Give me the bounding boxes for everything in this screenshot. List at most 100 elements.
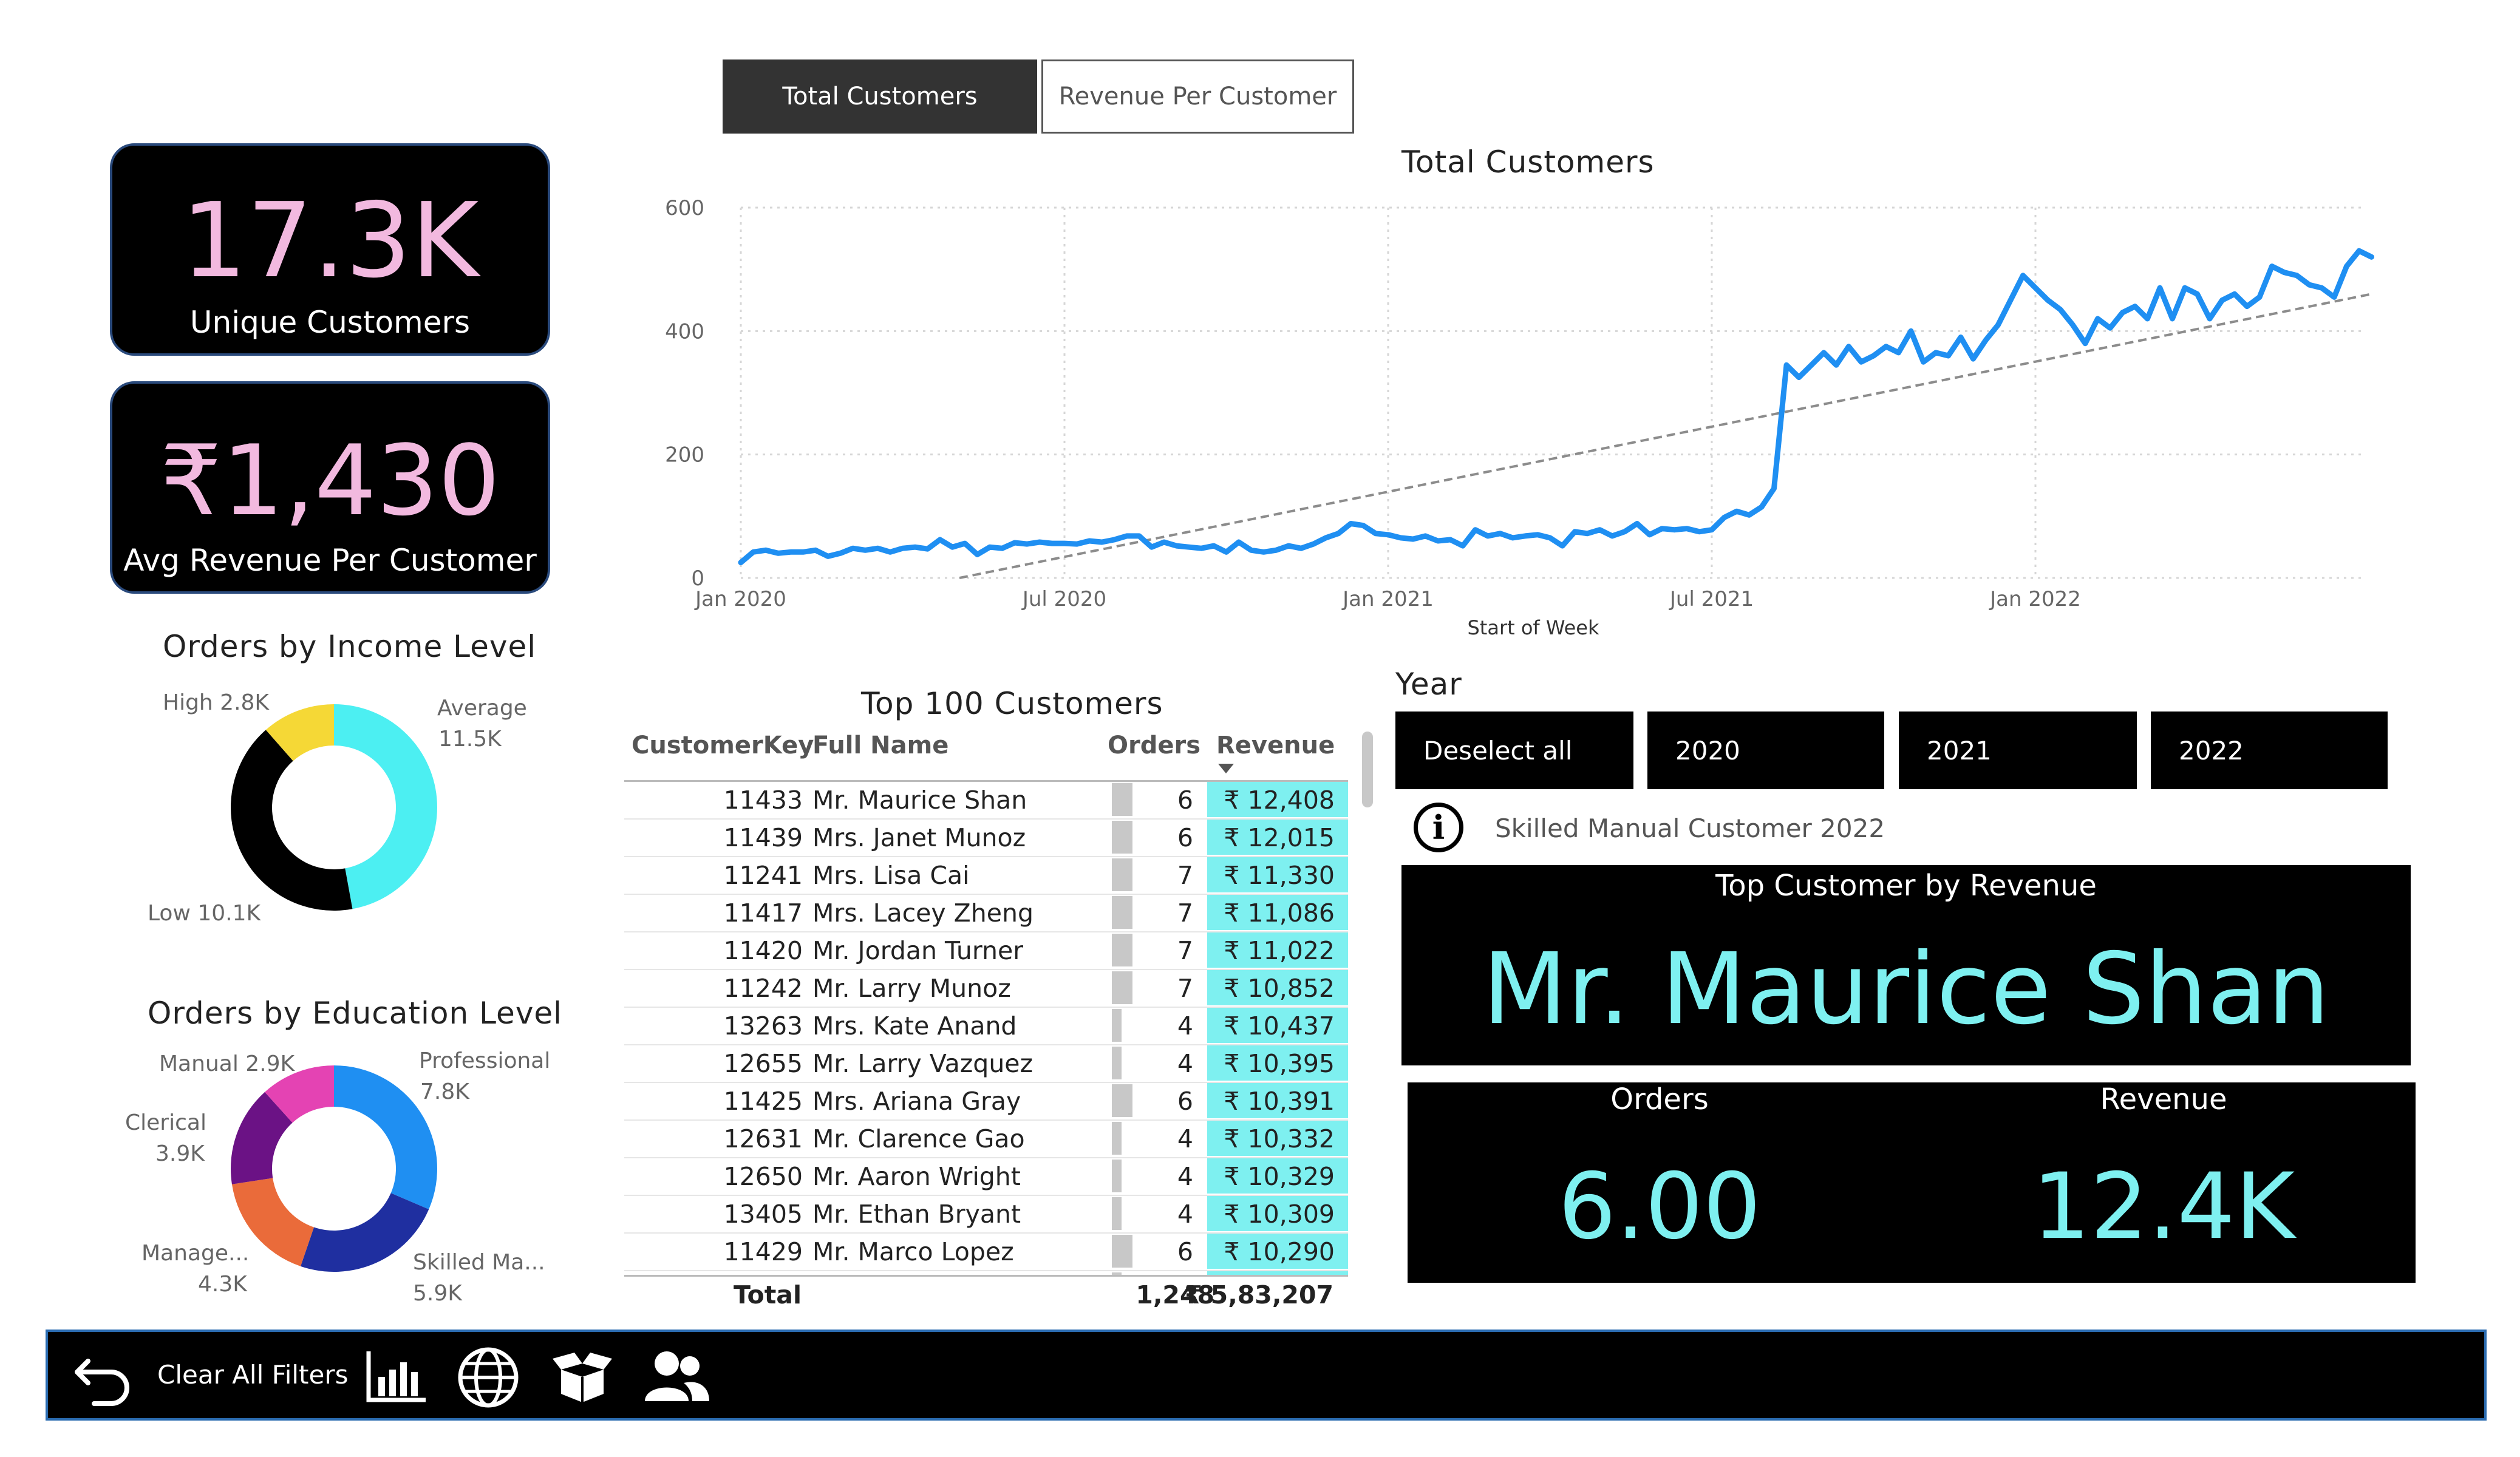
- clear-all-filters-button[interactable]: Clear All Filters: [157, 1360, 349, 1390]
- cell-customerkey: 11439: [723, 823, 803, 852]
- info-icon[interactable]: i: [1414, 803, 1463, 852]
- table-row[interactable]: 11429 Mr. Marco Lopez 6 ₹ 10,290: [624, 1234, 1348, 1271]
- cell-orders: 7: [1177, 936, 1193, 965]
- x-tick-label: Jul 2020: [1021, 587, 1106, 611]
- slice-average[interactable]: [334, 704, 438, 909]
- cell-customerkey: 11242: [723, 974, 803, 1003]
- table-row[interactable]: 13263 Mrs. Kate Anand 4 ₹ 10,437: [624, 1008, 1348, 1045]
- top-customer-revenue-label: Revenue: [2100, 1082, 2227, 1116]
- table-scrollbar[interactable]: [1362, 732, 1373, 807]
- cell-orders: 4: [1177, 1011, 1193, 1041]
- avg-revenue-card: ₹1,430 Avg Revenue Per Customer: [110, 381, 550, 594]
- cell-revenue: ₹ 10,391: [1224, 1087, 1335, 1116]
- table-row[interactable]: 11241 Mrs. Lisa Cai 7 ₹ 11,330: [624, 857, 1348, 895]
- cell-customerkey: 12655: [723, 1049, 803, 1078]
- cell-orders: 6: [1177, 1087, 1193, 1116]
- orders-data-bar: [1112, 971, 1132, 1004]
- table-row[interactable]: 13405 Mr. Ethan Bryant 4 ₹ 10,309: [624, 1196, 1348, 1234]
- column-header-fullname[interactable]: Full Name: [812, 732, 948, 759]
- cell-fullname: Mrs. Lisa Cai: [812, 861, 970, 890]
- avg-revenue-label: Avg Revenue Per Customer: [123, 543, 537, 578]
- total-revenue: ₹ 5,83,207: [1184, 1280, 1333, 1309]
- year-option-2020[interactable]: 2020: [1647, 712, 1884, 789]
- top-customer-name: Mr. Maurice Shan: [1482, 932, 2330, 1047]
- income-label-low: Low 10.1K: [148, 901, 261, 926]
- table-row[interactable]: 11433 Mr. Maurice Shan 6 ₹ 12,408: [624, 782, 1348, 820]
- education-label-management-value: 4.3K: [198, 1272, 247, 1297]
- cell-fullname: Mrs. Janet Munoz: [812, 823, 1026, 852]
- y-tick-label: 200: [665, 443, 704, 467]
- year-option-2021[interactable]: 2021: [1899, 712, 2137, 789]
- orders-data-bar: [1112, 1160, 1122, 1192]
- x-axis-label: Start of Week: [1467, 616, 1599, 639]
- orders-data-bar: [1112, 934, 1132, 966]
- orders-data-bar: [1112, 1235, 1132, 1268]
- orders-data-bar: [1112, 1122, 1122, 1155]
- cell-fullname: Mr. Ethan Bryant: [812, 1200, 1021, 1229]
- table-row[interactable]: 12631 Mr. Clarence Gao 4 ₹ 10,332: [624, 1121, 1348, 1158]
- cell-fullname: Mrs. Lacey Zheng: [812, 898, 1034, 928]
- cell-fullname: Mr. Clarence Gao: [812, 1124, 1025, 1153]
- income-label-average: Average: [437, 696, 527, 721]
- users-icon[interactable]: [640, 1345, 713, 1406]
- income-donut-chart: [230, 704, 438, 911]
- column-header-orders[interactable]: Orders: [1108, 732, 1200, 759]
- cell-orders: 6: [1177, 823, 1193, 852]
- sort-descending-icon: [1218, 764, 1234, 773]
- cell-orders: 6: [1177, 1237, 1193, 1266]
- table-total-row: Total 1,248 ₹ 5,83,207: [624, 1275, 1348, 1313]
- table-title: Top 100 Customers: [861, 686, 1163, 721]
- cell-customerkey: 12650: [723, 1162, 803, 1191]
- income-label-average-value: 11.5K: [438, 727, 502, 752]
- undo-arrow-icon[interactable]: [70, 1343, 137, 1410]
- orders-data-bar: [1112, 896, 1132, 929]
- cell-orders: 7: [1177, 974, 1193, 1003]
- education-label-professional-value: 7.8K: [420, 1079, 469, 1104]
- cell-customerkey: 11420: [723, 936, 803, 965]
- revenue-per-customer-toggle[interactable]: Revenue Per Customer: [1041, 59, 1354, 134]
- cell-fullname: Mr. Jordan Turner: [812, 936, 1024, 965]
- cell-orders: 4: [1177, 1049, 1193, 1078]
- income-chart-title: Orders by Income Level: [163, 629, 537, 664]
- orders-data-bar: [1112, 821, 1132, 854]
- education-chart-title: Orders by Education Level: [148, 996, 563, 1031]
- globe-icon[interactable]: [455, 1344, 522, 1411]
- education-label-professional: Professional: [419, 1048, 551, 1073]
- education-label-management: Manage...: [141, 1241, 250, 1266]
- x-tick-label: Jan 2022: [1989, 587, 2081, 611]
- unique-customers-label: Unique Customers: [189, 305, 471, 340]
- table-row[interactable]: 11417 Mrs. Lacey Zheng 7 ₹ 11,086: [624, 895, 1348, 932]
- top-customer-metrics-panel: Orders 6.00 Revenue 12.4K: [1408, 1082, 2416, 1283]
- table-row[interactable]: 11242 Mr. Larry Munoz 7 ₹ 10,852: [624, 970, 1348, 1008]
- cell-revenue: ₹ 10,290: [1224, 1237, 1335, 1266]
- column-header-customerkey[interactable]: CustomerKey: [632, 732, 814, 759]
- open-box-icon[interactable]: [549, 1345, 616, 1406]
- total-customers-toggle[interactable]: Total Customers: [723, 59, 1037, 134]
- orders-data-bar: [1112, 858, 1132, 891]
- cell-revenue: ₹ 10,329: [1224, 1162, 1335, 1191]
- top-customer-revenue-value: 12.4K: [2032, 1154, 2295, 1260]
- slice-skilled-manual[interactable]: [301, 1193, 429, 1272]
- cell-revenue: ₹ 10,395: [1224, 1049, 1335, 1078]
- x-tick-label: Jan 2020: [694, 587, 786, 611]
- cell-customerkey: 11241: [723, 861, 803, 890]
- table-row[interactable]: 12650 Mr. Aaron Wright 4 ₹ 10,329: [624, 1158, 1348, 1196]
- column-header-revenue[interactable]: Revenue: [1216, 732, 1335, 759]
- table-row[interactable]: 11420 Mr. Jordan Turner 7 ₹ 11,022: [624, 932, 1348, 970]
- cell-fullname: Mr. Larry Munoz: [812, 974, 1011, 1003]
- year-option-2022[interactable]: 2022: [2151, 712, 2388, 789]
- avg-revenue-value: ₹1,430: [160, 424, 500, 537]
- year-slicer-title: Year: [1395, 667, 1462, 702]
- unique-customers-card: 17.3K Unique Customers: [110, 143, 550, 356]
- education-label-skilled-value: 5.9K: [413, 1281, 462, 1306]
- total-customers-line-chart: 6004002000 Jan 2020 Jul 2020 Jan 2021 Jul 2…: [665, 196, 2374, 639]
- year-option-deselect-all[interactable]: Deselect all: [1395, 712, 1633, 789]
- cell-orders: 6: [1177, 786, 1193, 815]
- table-row[interactable]: 12655 Mr. Larry Vazquez 4 ₹ 10,395: [624, 1045, 1348, 1083]
- table-row[interactable]: 11425 Mrs. Ariana Gray 6 ₹ 10,391: [624, 1083, 1348, 1121]
- bar-chart-icon[interactable]: [364, 1345, 431, 1406]
- info-text: Skilled Manual Customer 2022: [1495, 813, 1885, 843]
- table-row[interactable]: 11439 Mrs. Janet Munoz 6 ₹ 12,015: [624, 820, 1348, 857]
- y-tick-label: 400: [665, 319, 704, 344]
- education-label-skilled: Skilled Ma...: [413, 1250, 545, 1275]
